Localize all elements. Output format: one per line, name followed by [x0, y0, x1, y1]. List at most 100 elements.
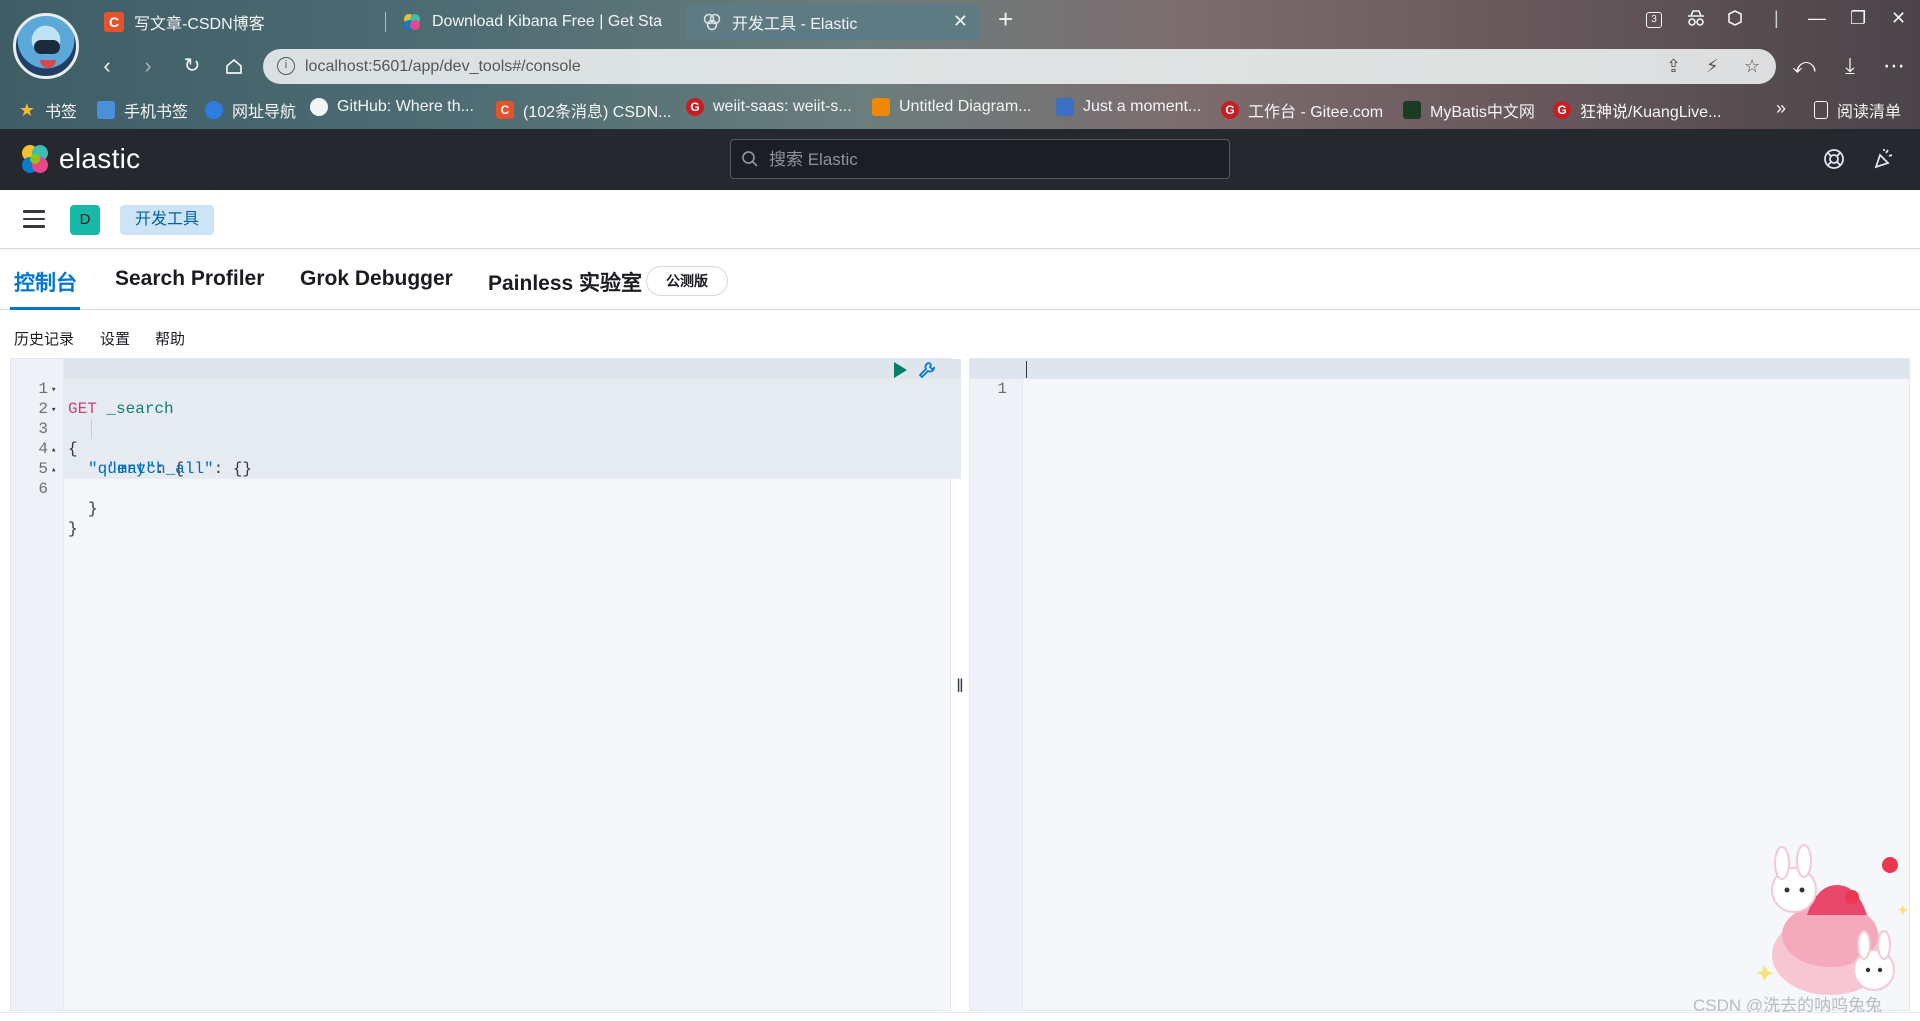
help-lifebuoy-icon[interactable] — [1822, 147, 1846, 171]
github-icon — [310, 98, 328, 116]
bookmark-label: 书签 — [45, 104, 78, 121]
news-feed-icon[interactable] — [1872, 147, 1896, 171]
bookmark-label: 工作台 - Gitee.com — [1248, 104, 1384, 121]
forward-icon[interactable]: › — [134, 52, 162, 80]
fold-close-icon[interactable]: ▴ — [51, 440, 56, 460]
line-gutter — [970, 359, 1023, 1010]
tab-count-badge[interactable]: 3 — [1646, 12, 1662, 28]
divider: | — [1774, 8, 1779, 28]
restore-icon[interactable]: ❐ — [1850, 8, 1866, 29]
global-search[interactable] — [730, 139, 1230, 179]
code-line: 5 ▴ } — [11, 439, 950, 518]
elastic-brand[interactable]: elastic — [59, 143, 140, 175]
code-line: 3 ▾ "query": { — [11, 399, 950, 478]
wrench-icon[interactable] — [917, 360, 937, 380]
url-text: localhost:5601/app/dev_tools#/console — [305, 58, 581, 75]
reload-icon[interactable]: ↻ — [178, 52, 206, 80]
run-request-icon[interactable] — [894, 362, 907, 378]
close-tab-icon[interactable]: ✕ — [953, 11, 968, 32]
minimize-icon[interactable]: — — [1808, 8, 1826, 29]
pane-resizer[interactable]: ‖ — [953, 672, 967, 700]
browser-tab-csdn[interactable]: C 写文章-CSDN博客 — [104, 4, 374, 40]
address-bar[interactable]: i localhost:5601/app/dev_tools#/console … — [263, 49, 1776, 84]
code-text: } — [68, 520, 78, 538]
kibana-subheader: D 开发工具 — [0, 190, 1920, 249]
home-icon[interactable] — [220, 52, 248, 80]
reading-list-button[interactable]: 阅读清单 — [1814, 98, 1901, 122]
share-icon[interactable]: ⇪ — [1666, 56, 1681, 77]
code-line: 1 — [970, 359, 1909, 398]
bookmark-label: Just a moment... — [1083, 98, 1202, 115]
help-link[interactable]: 帮助 — [155, 328, 185, 349]
tab-title: 开发工具 - Elastic — [732, 16, 858, 33]
active-tab-indicator — [10, 307, 80, 310]
bookmark-label: MyBatis中文网 — [1430, 104, 1535, 121]
settings-link[interactable]: 设置 — [100, 328, 130, 349]
bookmark-item[interactable]: 手机书签 — [97, 98, 188, 122]
tab-console[interactable]: 控制台 — [14, 267, 77, 297]
bookmark-item[interactable]: 网址导航 — [205, 98, 296, 122]
tab-title: Download Kibana Free | Get Sta — [432, 13, 663, 30]
fold-close-icon[interactable]: ▴ — [51, 460, 56, 480]
gitee-icon: G — [1553, 101, 1571, 119]
tab-grok-debugger[interactable]: Grok Debugger — [300, 267, 453, 291]
incognito-icon[interactable] — [1685, 8, 1707, 33]
browser-chrome: C 写文章-CSDN博客 Download Kibana Free | Get … — [0, 0, 1920, 129]
close-window-icon[interactable]: ✕ — [1891, 8, 1906, 29]
reading-list-icon — [1814, 101, 1828, 119]
csdn-c-icon: C — [496, 101, 514, 119]
fold-open-icon[interactable]: ▾ — [51, 380, 56, 400]
diagram-icon — [872, 98, 890, 116]
tab-painless-lab[interactable]: Painless 实验室 — [488, 267, 642, 297]
code-line: 2 ▾ { — [11, 379, 950, 458]
beta-badge: 公测版 — [646, 266, 728, 296]
code-line: 6 ▴ } — [11, 459, 950, 538]
bookmark-item[interactable]: MyBatis中文网 — [1403, 98, 1535, 122]
bolt-icon[interactable]: ⚡ — [1706, 56, 1719, 77]
undo-dropdown-icon[interactable]: ⤺ — [1790, 52, 1818, 80]
reading-list-label: 阅读清单 — [1837, 104, 1902, 121]
breadcrumb[interactable]: 开发工具 — [120, 205, 215, 235]
more-bookmarks-button[interactable]: » — [1776, 98, 1786, 119]
star-icon: ★ — [18, 99, 36, 120]
bookmark-item[interactable]: C (102条消息) CSDN... — [496, 98, 671, 122]
text-cursor — [1026, 361, 1027, 378]
bookmark-star-icon[interactable]: ☆ — [1744, 56, 1760, 77]
bookmark-item[interactable]: ★ 书签 — [18, 98, 77, 122]
browser-tab-kibana-download[interactable]: Download Kibana Free | Get Sta — [402, 4, 664, 40]
bookmark-item[interactable]: Untitled Diagram... — [872, 98, 1032, 116]
bookmarks-bar: ★ 书签 手机书签 网址导航 GitHub: Where th... C (102条… — [0, 90, 1920, 126]
bookmark-item[interactable]: G 狂神说/KuangLive... — [1553, 98, 1721, 122]
bookmark-label: GitHub: Where th... — [337, 98, 474, 115]
download-icon[interactable]: ⤓ — [1836, 52, 1864, 80]
bookmark-label: weiit-saas: weiit-s... — [713, 98, 852, 115]
code-text: } — [88, 500, 98, 518]
leaf-icon — [1403, 101, 1421, 119]
gitee-icon: G — [1221, 101, 1239, 119]
bookmark-item[interactable]: GitHub: Where th... — [310, 98, 474, 116]
browser-tab-devtools[interactable]: 开发工具 - Elastic ✕ — [685, 4, 980, 40]
bookmark-item[interactable]: Gweiit-saas: weiit-s... — [686, 98, 852, 116]
site-info-icon[interactable]: i — [277, 57, 295, 75]
space-avatar[interactable]: D — [70, 205, 100, 235]
bookmark-item[interactable]: G 工作台 - Gitee.com — [1221, 98, 1383, 122]
kibana-header: elastic — [0, 129, 1920, 190]
search-input[interactable] — [769, 148, 1209, 172]
line-number: 1 — [997, 380, 1007, 398]
phone-bookmark-icon — [97, 101, 115, 119]
request-editor[interactable]: 1 GET _search 2 ▾ { 3 ▾ "query": { 4 "ma… — [10, 358, 961, 1011]
more-menu-icon[interactable]: ⋯ — [1880, 52, 1908, 80]
back-icon[interactable]: ‹ — [93, 52, 121, 80]
tab-search-profiler[interactable]: Search Profiler — [115, 267, 264, 291]
tab-title: 写文章-CSDN博客 — [134, 16, 265, 33]
bookmark-item[interactable]: Just a moment... — [1056, 98, 1201, 116]
new-tab-icon[interactable]: + — [998, 4, 1013, 35]
fold-open-icon[interactable]: ▾ — [51, 400, 56, 420]
code-line: 4 "match_all": {} — [11, 419, 950, 478]
tab-separator — [385, 12, 386, 32]
elastic-logo-icon[interactable] — [19, 143, 51, 175]
menu-hamburger-icon[interactable] — [23, 210, 45, 228]
history-link[interactable]: 历史记录 — [14, 328, 74, 349]
search-icon — [742, 151, 758, 167]
extensions-icon[interactable] — [1725, 8, 1745, 33]
